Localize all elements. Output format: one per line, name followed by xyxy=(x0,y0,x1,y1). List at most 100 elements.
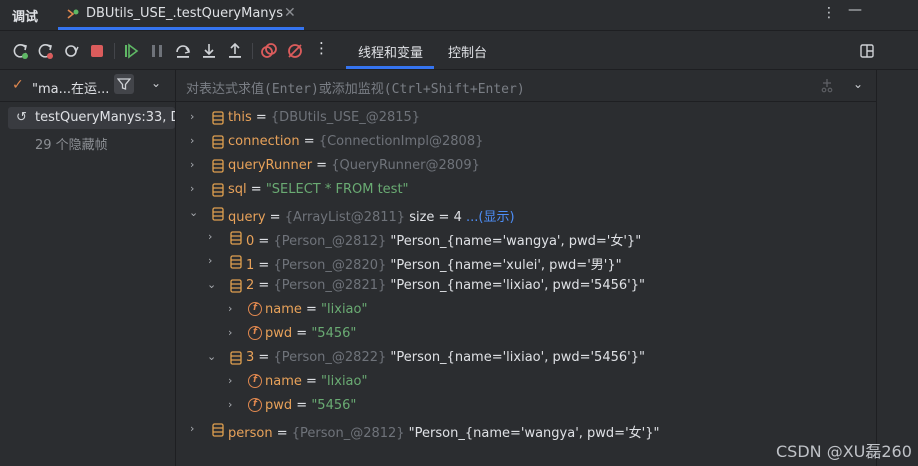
chevron-right-icon[interactable]: › xyxy=(190,158,200,171)
chevron-right-icon[interactable]: › xyxy=(228,398,238,411)
step-out-icon[interactable] xyxy=(226,42,244,60)
layout-icon[interactable] xyxy=(858,42,876,60)
variable-icon xyxy=(212,111,224,125)
variable-name: name xyxy=(265,302,302,317)
tab-debug-session[interactable]: DBUtils_USE_.testQueryManys ✕ xyxy=(58,0,304,30)
variable-name: pwd xyxy=(265,326,293,341)
evaluate-input[interactable]: 对表达式求值(Enter)或添加监视(Ctrl+Shift+Enter) xyxy=(186,78,525,97)
field-icon: f xyxy=(248,302,262,316)
chevron-down-icon[interactable]: ⌄ xyxy=(207,278,217,291)
field-icon: f xyxy=(248,374,262,388)
variable-name: queryRunner xyxy=(228,158,313,173)
chevron-down-icon[interactable]: ⌄ xyxy=(189,206,199,219)
more-icon[interactable]: ⋮ xyxy=(314,39,329,57)
pause-icon[interactable] xyxy=(148,42,166,60)
frames-panel: ✓ "ma...在运... ⌄ ↺ testQueryManys:33, D 2… xyxy=(0,70,176,466)
toolbar-separator xyxy=(114,43,115,59)
frame-label: testQueryManys:33, D xyxy=(35,110,175,125)
variable-icon xyxy=(230,255,242,269)
variable-ref: {Person_@2812} xyxy=(291,426,405,441)
toolbar-separator xyxy=(252,43,253,59)
more-vertical-icon[interactable]: ⋮ xyxy=(822,5,836,21)
field-icon: f xyxy=(248,326,262,340)
variable-name: query xyxy=(228,210,266,225)
variable-value: "Person_{name='lixiao', pwd='5456'}" xyxy=(386,278,645,293)
variable-icon xyxy=(212,135,224,149)
variable-icon xyxy=(230,351,242,365)
variable-ref: {Person_@2820} xyxy=(273,258,387,273)
return-frame-icon: ↺ xyxy=(16,110,27,125)
chevron-right-icon[interactable]: › xyxy=(208,230,218,243)
variable-value: "Person_{name='wangya', pwd='女'}" xyxy=(386,234,642,249)
chevron-down-icon[interactable]: ⌄ xyxy=(853,77,863,91)
tab-active-indicator xyxy=(346,66,434,69)
variable-ref: {Person_@2822} xyxy=(273,350,387,365)
variable-icon xyxy=(212,207,224,221)
variable-value: "lixiao" xyxy=(321,302,368,317)
chevron-right-icon[interactable]: › xyxy=(228,302,238,315)
chevron-down-icon[interactable]: ⌄ xyxy=(151,76,161,90)
variable-name: connection xyxy=(228,134,300,149)
chevron-right-icon[interactable]: › xyxy=(190,110,200,123)
variable-value: "5456" xyxy=(311,398,357,413)
variable-icon xyxy=(230,231,242,245)
chevron-right-icon[interactable]: › xyxy=(190,182,200,195)
variable-ref: {ArrayList@2811} xyxy=(284,210,406,225)
chevron-right-icon[interactable]: › xyxy=(190,422,200,435)
variable-name: this xyxy=(228,110,252,125)
variable-ref: {QueryRunner@2809} xyxy=(331,158,480,173)
add-watch-icon[interactable] xyxy=(819,77,835,93)
variable-value: "Person_{name='wangya', pwd='女'}" xyxy=(404,426,660,441)
tab-label: DBUtils_USE_.testQueryManys xyxy=(86,6,284,21)
variable-value: "5456" xyxy=(311,326,357,341)
variable-value: size = 4 xyxy=(405,210,462,225)
rerun-failed-icon[interactable] xyxy=(37,42,55,60)
thread-label: "ma...在运... xyxy=(32,82,110,97)
tab-console[interactable]: 控制台 xyxy=(448,42,487,61)
variable-value: "SELECT * FROM test" xyxy=(265,182,409,197)
variable-value: "lixiao" xyxy=(321,374,368,389)
resume-icon[interactable] xyxy=(122,42,140,60)
variable-value: "Person_{name='lixiao', pwd='5456'}" xyxy=(386,350,645,365)
chevron-right-icon[interactable]: › xyxy=(228,326,238,339)
tab-threads-variables[interactable]: 线程和变量 xyxy=(358,42,423,61)
frame-item[interactable]: ↺ testQueryManys:33, D xyxy=(8,107,175,129)
debug-toolbar: ⋮ 线程和变量 控制台 xyxy=(0,31,918,70)
restart-icon[interactable] xyxy=(62,42,80,60)
variable-ref: {ConnectionImpl@2808} xyxy=(318,134,484,149)
chevron-right-icon[interactable]: › xyxy=(228,374,238,387)
evaluate-expression-bar: 对表达式求值(Enter)或添加监视(Ctrl+Shift+Enter) ⌄ xyxy=(176,70,876,102)
chevron-right-icon[interactable]: › xyxy=(190,134,200,147)
watermark: CSDN @XU磊260 xyxy=(776,442,912,461)
mute-breakpoints-icon[interactable] xyxy=(286,42,304,60)
variable-ref: {Person_@2821} xyxy=(273,278,387,293)
debug-config-icon xyxy=(67,9,79,19)
filter-icon[interactable] xyxy=(114,74,134,94)
hidden-frames-label[interactable]: 29 个隐藏帧 xyxy=(35,134,108,153)
check-icon: ✓ xyxy=(12,77,24,93)
view-breakpoints-icon[interactable] xyxy=(260,42,278,60)
panel-title: 调试 xyxy=(12,10,39,25)
variable-name: pwd xyxy=(265,398,293,413)
variable-icon xyxy=(230,279,242,293)
tool-window-header: 调试 DBUtils_USE_.testQueryManys ✕ ⋮ — xyxy=(0,0,918,31)
step-into-icon[interactable] xyxy=(200,42,218,60)
variable-name: person xyxy=(228,426,273,441)
variable-ref: {DBUtils_USE_@2815} xyxy=(270,110,421,125)
step-over-icon[interactable] xyxy=(174,42,192,60)
tab-active-indicator xyxy=(58,27,304,30)
close-icon[interactable]: ✕ xyxy=(284,5,296,21)
chevron-right-icon[interactable]: › xyxy=(208,254,218,267)
show-link[interactable]: ...(显示) xyxy=(466,210,515,225)
variable-icon xyxy=(212,423,224,437)
rerun-icon[interactable] xyxy=(12,42,30,60)
variable-ref: {Person_@2812} xyxy=(273,234,387,249)
thread-selector[interactable]: ✓ "ma...在运... ⌄ xyxy=(0,70,175,102)
stop-icon[interactable] xyxy=(88,42,106,60)
chevron-down-icon[interactable]: ⌄ xyxy=(207,350,217,363)
variable-name: name xyxy=(265,374,302,389)
variable-name: sql xyxy=(228,182,247,197)
minimize-icon[interactable]: — xyxy=(848,2,862,18)
variable-value: "Person_{name='xulei', pwd='男'}" xyxy=(386,258,622,273)
variable-icon xyxy=(212,183,224,197)
